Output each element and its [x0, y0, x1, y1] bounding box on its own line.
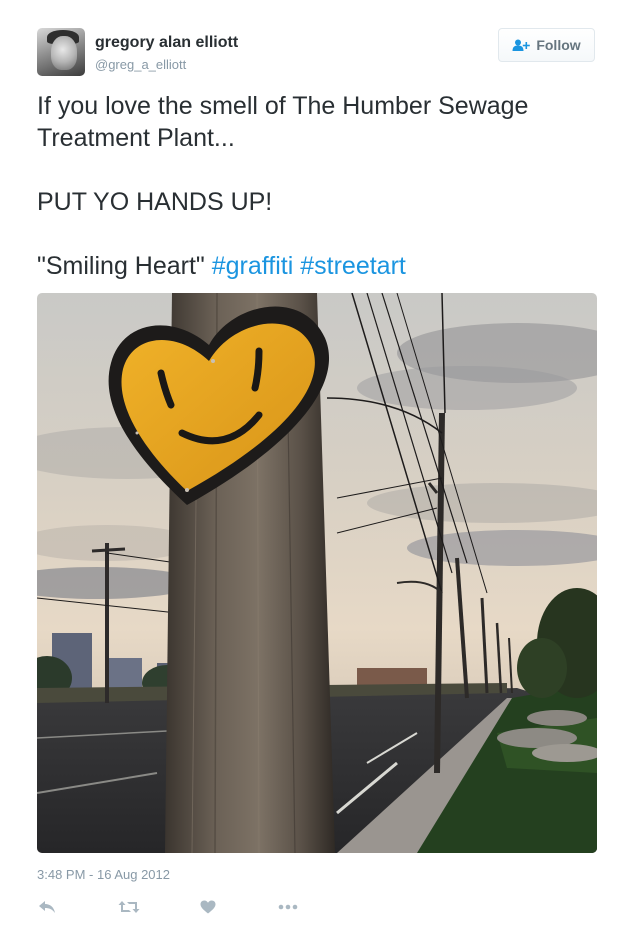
reply-icon[interactable]: [35, 897, 59, 917]
tweet-line-2: PUT YO HANDS UP!: [37, 188, 273, 216]
avatar[interactable]: [37, 28, 85, 76]
tweet-photo[interactable]: [37, 293, 597, 853]
like-icon[interactable]: [196, 897, 220, 917]
tweet-line-3: "Smiling Heart" #graffiti #streetart: [37, 250, 607, 282]
tweet-timestamp[interactable]: 3:48 PM - 16 Aug 2012: [37, 867, 170, 882]
hashtag-graffiti[interactable]: #graffiti: [212, 252, 294, 280]
avatar-face: [51, 36, 77, 70]
tweet: gregory alan elliott @greg_a_elliott Fol…: [0, 0, 634, 943]
user-handle[interactable]: @greg_a_elliott: [95, 57, 186, 72]
tweet-line-1: If you love the smell of The Humber Sewa…: [37, 92, 529, 152]
follow-button-label: Follow: [536, 37, 581, 53]
hashtag-streetart[interactable]: #streetart: [300, 252, 406, 280]
user-full-name[interactable]: gregory alan elliott: [95, 34, 238, 52]
retweet-icon[interactable]: [117, 897, 141, 917]
tweet-line-3-text: "Smiling Heart": [37, 252, 212, 280]
add-user-icon: [512, 39, 531, 52]
follow-button[interactable]: Follow: [498, 28, 595, 62]
tweet-text: If you love the smell of The Humber Sewa…: [37, 90, 607, 282]
more-icon[interactable]: [276, 897, 300, 917]
